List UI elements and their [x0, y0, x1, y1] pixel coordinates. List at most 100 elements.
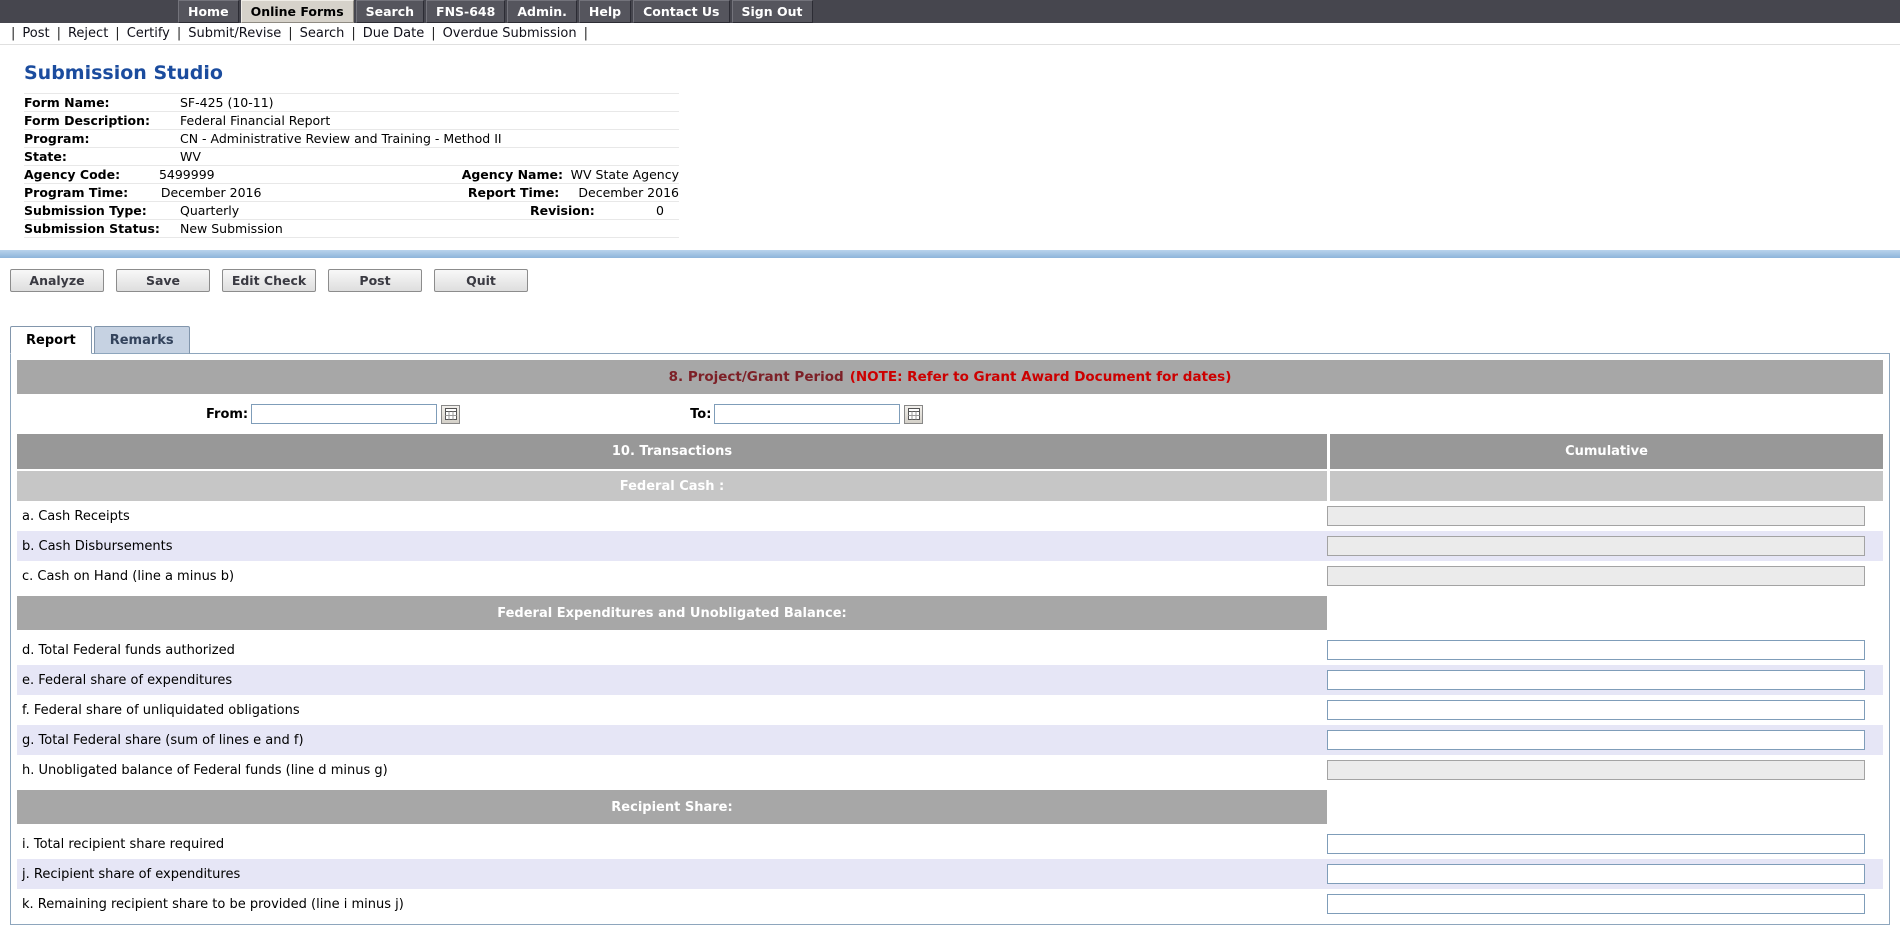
k-remaining-recipient-share-to-be-provided-line-i-minus-j-input[interactable]: [1327, 894, 1865, 914]
row-label: f. Federal share of unliquidated obligat…: [17, 703, 1327, 718]
calendar-icon: [445, 408, 457, 420]
h-unobligated-balance-of-federal-funds-line-d-minus-g-input: [1327, 760, 1865, 780]
quit-button[interactable]: Quit: [434, 269, 528, 292]
row-label: b. Cash Disbursements: [17, 539, 1327, 554]
revision-label: Revision:: [530, 203, 656, 218]
c-cash-on-hand-line-a-minus-b-input: [1327, 566, 1865, 586]
section-row-recipient-share: Recipient Share:: [17, 790, 1883, 824]
tab-bar: ReportRemarks: [10, 326, 1900, 353]
row-j-recipient-share-of-expenditures: j. Recipient share of expenditures: [17, 859, 1883, 889]
e-federal-share-of-expenditures-input[interactable]: [1327, 670, 1865, 690]
from-calendar-button[interactable]: [441, 405, 460, 424]
agency-name-value: WV State Agency: [571, 167, 679, 182]
report-time-value: December 2016: [578, 185, 679, 200]
row-label: i. Total recipient share required: [17, 837, 1327, 852]
submission-status-value: New Submission: [180, 221, 530, 236]
row-k-remaining-recipient-share-to-be-provided-line-i-minus-j: k. Remaining recipient share to be provi…: [17, 889, 1883, 919]
b-cash-disbursements-input: [1327, 536, 1865, 556]
nav-fns-648[interactable]: FNS-648: [426, 0, 505, 23]
top-nav: HomeOnline FormsSearchFNS-648Admin.HelpC…: [0, 0, 1900, 23]
nav-contact-us[interactable]: Contact Us: [633, 0, 729, 23]
form-description-label: Form Description:: [24, 113, 180, 128]
grant-period-dates: From: To:: [17, 394, 1883, 434]
state-value: WV: [180, 149, 530, 164]
menubar-separator: |: [115, 26, 119, 41]
transactions-body: Federal Cash : a. Cash Receipts b. Cash Di…: [17, 471, 1883, 919]
tab-report[interactable]: Report: [10, 326, 92, 354]
nav-sign-out[interactable]: Sign Out: [732, 0, 813, 23]
menubar-separator: |: [351, 26, 355, 41]
menu-item-overdue-submission[interactable]: Overdue Submission: [443, 26, 577, 41]
row-g-total-federal-share-sum-of-lines-e-and-f: g. Total Federal share (sum of lines e a…: [17, 725, 1883, 755]
section-row-federal-expenditures-and-unobligated-balance: Federal Expenditures and Unobligated Bal…: [17, 596, 1883, 630]
analyze-button[interactable]: Analyze: [10, 269, 104, 292]
page-title: Submission Studio: [24, 62, 1900, 84]
row-d-total-federal-funds-authorized: d. Total Federal funds authorized: [17, 635, 1883, 665]
section-header-cell-right: [1330, 471, 1883, 501]
row-input-cell: [1327, 536, 1883, 556]
a-cash-receipts-input: [1327, 506, 1865, 526]
revision-value: 0: [656, 203, 664, 218]
info-row: Form Name:SF-425 (10-11): [24, 94, 679, 112]
program-time-label: Program Time:: [24, 185, 161, 200]
row-input-cell: [1327, 506, 1883, 526]
menu-item-certify[interactable]: Certify: [127, 26, 170, 41]
transactions-title: 10. Transactions: [17, 434, 1327, 469]
from-date-input[interactable]: [251, 404, 437, 424]
row-label: c. Cash on Hand (line a minus b): [17, 569, 1327, 584]
post-button[interactable]: Post: [328, 269, 422, 292]
info-row: Form Description:Federal Financial Repor…: [24, 112, 679, 130]
submission-type-label: Submission Type:: [24, 203, 180, 218]
blue-separator: [0, 250, 1900, 258]
menu-item-search[interactable]: Search: [300, 26, 345, 41]
nav-admin[interactable]: Admin.: [507, 0, 577, 23]
nav-home[interactable]: Home: [178, 0, 239, 23]
program-value: CN - Administrative Review and Training …: [180, 131, 530, 146]
info-row: State:WV: [24, 148, 679, 166]
submission-status-label: Submission Status:: [24, 221, 180, 236]
row-input-cell: [1327, 566, 1883, 586]
menu-item-due-date[interactable]: Due Date: [363, 26, 424, 41]
calendar-icon: [908, 408, 920, 420]
state-label: State:: [24, 149, 180, 164]
row-label: k. Remaining recipient share to be provi…: [17, 897, 1327, 912]
row-label: j. Recipient share of expenditures: [17, 867, 1327, 882]
tab-remarks[interactable]: Remarks: [94, 326, 190, 354]
g-total-federal-share-sum-of-lines-e-and-f-input[interactable]: [1327, 730, 1865, 750]
menu-item-reject[interactable]: Reject: [68, 26, 108, 41]
f-federal-share-of-unliquidated-obligations-input[interactable]: [1327, 700, 1865, 720]
info-row: Program Time:December 2016Report Time:De…: [24, 184, 679, 202]
transactions-header: 10. Transactions Cumulative: [17, 434, 1883, 469]
menubar-separator: |: [431, 26, 435, 41]
row-input-cell: [1327, 640, 1883, 660]
form-name-value: SF-425 (10-11): [180, 95, 530, 110]
to-calendar-button[interactable]: [904, 405, 923, 424]
j-recipient-share-of-expenditures-input[interactable]: [1327, 864, 1865, 884]
form-name-label: Form Name:: [24, 95, 180, 110]
menubar-separator: |: [584, 26, 588, 41]
menubar-separator: |: [288, 26, 292, 41]
section-header-federal-expenditures-and-unobligated-balance: Federal Expenditures and Unobligated Bal…: [17, 596, 1327, 630]
row-f-federal-share-of-unliquidated-obligations: f. Federal share of unliquidated obligat…: [17, 695, 1883, 725]
d-total-federal-funds-authorized-input[interactable]: [1327, 640, 1865, 660]
menu-item-submit-revise[interactable]: Submit/Revise: [188, 26, 281, 41]
info-row: Program:CN - Administrative Review and T…: [24, 130, 679, 148]
row-input-cell: [1327, 834, 1883, 854]
i-total-recipient-share-required-input[interactable]: [1327, 834, 1865, 854]
nav-search[interactable]: Search: [356, 0, 424, 23]
nav-online-forms[interactable]: Online Forms: [241, 0, 354, 23]
menu-item-post[interactable]: Post: [22, 26, 49, 41]
save-button[interactable]: Save: [116, 269, 210, 292]
nav-help[interactable]: Help: [579, 0, 631, 23]
row-label: h. Unobligated balance of Federal funds …: [17, 763, 1327, 778]
row-a-cash-receipts: a. Cash Receipts: [17, 501, 1883, 531]
row-e-federal-share-of-expenditures: e. Federal share of expenditures: [17, 665, 1883, 695]
to-date-input[interactable]: [714, 404, 900, 424]
row-input-cell: [1327, 670, 1883, 690]
edit-check-button[interactable]: Edit Check: [222, 269, 316, 292]
row-label: g. Total Federal share (sum of lines e a…: [17, 733, 1327, 748]
from-label: From:: [206, 407, 248, 422]
agency-name-label: Agency Name:: [462, 167, 571, 182]
section-header-federal-cash: Federal Cash :: [17, 471, 1327, 501]
row-label: a. Cash Receipts: [17, 509, 1327, 524]
